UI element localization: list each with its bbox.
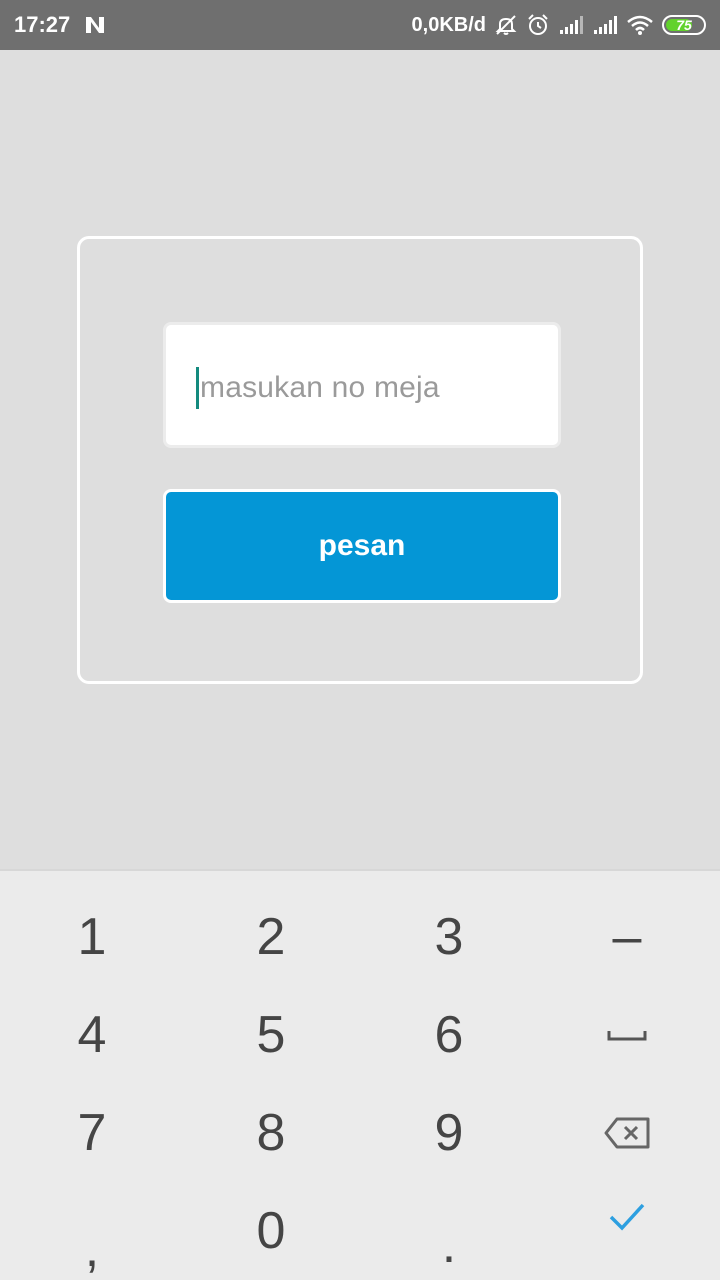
key-label: 5 [256, 1006, 286, 1064]
battery-level: 75 [676, 17, 692, 33]
table-number-input[interactable] [200, 371, 540, 405]
battery-icon: 75 [662, 15, 706, 35]
key-label: 4 [77, 1006, 107, 1064]
key-label: 7 [77, 1104, 107, 1162]
key-label: 6 [434, 1006, 464, 1064]
table-number-field[interactable] [163, 322, 561, 448]
network-speed: 0,0KB/d [411, 13, 486, 36]
alarm-icon [526, 13, 550, 37]
checkmark-icon [609, 1203, 645, 1231]
status-bar-left: 17:27 [14, 12, 106, 38]
signal-icon [592, 15, 618, 35]
backspace-icon [604, 1117, 650, 1149]
key-dash[interactable]: – [537, 888, 717, 986]
key-period[interactable]: . [359, 1182, 539, 1280]
key-8[interactable]: 8 [181, 1084, 361, 1182]
space-icon [607, 1031, 647, 1041]
numeric-keyboard: 1 2 3 – 4 5 6 7 8 9 , 0 . [0, 869, 720, 1280]
key-3[interactable]: 3 [359, 888, 539, 986]
table-number-card: pesan [77, 236, 643, 684]
notification-n-icon [84, 15, 106, 35]
key-label: 8 [256, 1104, 286, 1162]
key-space[interactable] [537, 986, 717, 1084]
key-done[interactable] [537, 1167, 717, 1265]
key-label: – [612, 908, 642, 966]
key-2[interactable]: 2 [181, 888, 361, 986]
order-button[interactable]: pesan [163, 489, 561, 603]
status-bar: 17:27 0,0KB/d 75 [0, 0, 720, 50]
key-label: 3 [434, 908, 464, 966]
key-9[interactable]: 9 [359, 1084, 539, 1182]
key-0[interactable]: 0 [181, 1182, 361, 1280]
key-4[interactable]: 4 [2, 986, 182, 1084]
mute-icon [494, 13, 518, 37]
wifi-icon [626, 14, 654, 36]
signal-icon [558, 15, 584, 35]
key-label: 0 [256, 1202, 286, 1260]
key-1[interactable]: 1 [2, 888, 182, 986]
key-label: 2 [256, 908, 286, 966]
key-6[interactable]: 6 [359, 986, 539, 1084]
text-cursor [196, 367, 199, 409]
key-label: 1 [77, 908, 107, 966]
key-label: 9 [434, 1104, 464, 1162]
key-label: . [441, 1216, 457, 1274]
key-5[interactable]: 5 [181, 986, 361, 1084]
key-label: , [84, 1220, 100, 1278]
key-7[interactable]: 7 [2, 1084, 182, 1182]
key-comma[interactable]: , [2, 1182, 182, 1280]
clock: 17:27 [14, 12, 71, 37]
status-bar-right: 0,0KB/d 75 [412, 13, 706, 37]
